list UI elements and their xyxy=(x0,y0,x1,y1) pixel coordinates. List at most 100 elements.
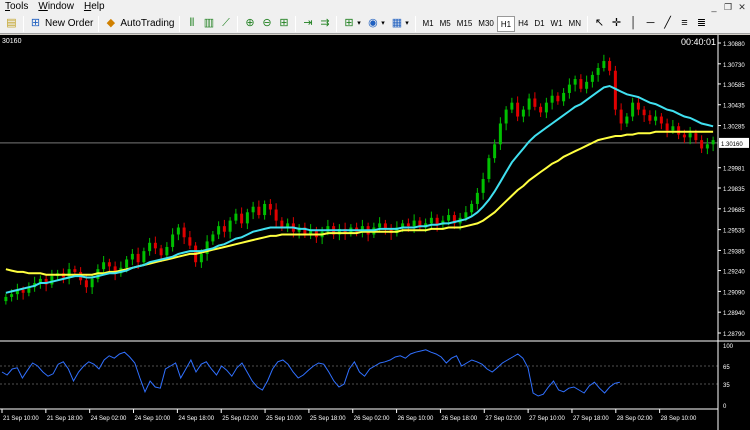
candle-body xyxy=(579,79,583,89)
new-order-button[interactable]: ⊞ New Order xyxy=(27,15,95,33)
slow-moving-average-line xyxy=(5,130,714,276)
candle-body xyxy=(596,67,600,75)
zoom-in-button[interactable]: ⊕ xyxy=(241,15,258,33)
timeframe-w1[interactable]: W1 xyxy=(548,16,566,32)
time-tick-label: 25 Sep 18:00 xyxy=(310,416,346,422)
indicator-tick-label: 0 xyxy=(723,404,727,410)
menu-help[interactable]: Help xyxy=(79,0,110,14)
indicators-button[interactable]: ⊞ ▾ xyxy=(340,15,364,33)
line-chart-button[interactable]: ⟋ xyxy=(217,15,234,33)
timeframe-group: M1 M5 M15 M30 H1 H4 D1 W1 MN xyxy=(419,15,584,32)
timeframe-h4[interactable]: H4 xyxy=(515,16,531,32)
bar-chart-icon: ⫴ xyxy=(189,17,195,29)
chart-window[interactable]: 30160 00:40:01 1.30880 1.30730 1.30585 1.30… xyxy=(0,35,750,430)
symbol-label: 30160 xyxy=(2,38,22,45)
current-price-label: 1.30160 xyxy=(721,142,743,148)
vertical-line-button[interactable]: │ xyxy=(625,15,642,33)
candle-body xyxy=(107,262,111,267)
new-chart-button[interactable]: ▤ xyxy=(3,15,20,33)
candle-body xyxy=(556,95,560,102)
chart-shift-button[interactable]: ⇥ xyxy=(299,15,316,33)
candle-body xyxy=(527,98,531,110)
vertical-line-icon: │ xyxy=(630,17,637,29)
candle-body xyxy=(268,203,272,210)
candle-body xyxy=(245,212,249,224)
candlestick-button[interactable]: ▥ xyxy=(200,15,217,33)
trendline-button[interactable]: ╱ xyxy=(659,15,676,33)
line-chart-icon: ⟋ xyxy=(222,17,230,29)
cursor-button[interactable]: ↖ xyxy=(591,15,608,33)
candle-body xyxy=(625,116,629,124)
candle-body xyxy=(412,220,416,227)
candle-body xyxy=(694,133,698,141)
timeframe-m1[interactable]: M1 xyxy=(419,16,436,32)
chevron-down-icon: ▾ xyxy=(405,20,409,27)
horizontal-line-icon: ─ xyxy=(646,17,655,29)
time-tick-label: 26 Sep 02:00 xyxy=(354,416,390,422)
candle-body xyxy=(378,223,382,228)
price-tick-label: 1.30435 xyxy=(723,104,745,110)
candle-body xyxy=(217,226,221,235)
candle-timer: 00:40:01 xyxy=(681,37,716,47)
candle-body xyxy=(544,102,548,113)
new-order-icon: ⊞ xyxy=(30,17,41,29)
candle-body xyxy=(90,278,94,288)
close-icon[interactable]: ✕ xyxy=(736,1,748,13)
tile-windows-button[interactable]: ⊞ xyxy=(275,15,292,33)
zoom-out-icon: ⊖ xyxy=(262,17,272,29)
periods-button[interactable]: ◉ ▾ xyxy=(364,15,388,33)
price-tick-label: 1.28790 xyxy=(723,332,745,338)
window-controls: _ ❐ ✕ xyxy=(706,1,748,13)
candle-body xyxy=(711,140,715,145)
candle-body xyxy=(648,115,652,121)
fast-moving-average-line xyxy=(5,84,714,294)
candle-body xyxy=(590,74,594,82)
time-tick-label: 24 Sep 18:00 xyxy=(178,416,214,422)
time-tick-label: 26 Sep 18:00 xyxy=(441,416,477,422)
indicator-tick-label: 65 xyxy=(723,365,730,371)
candle-body xyxy=(573,79,577,85)
minimize-icon[interactable]: _ xyxy=(708,1,720,13)
candle-body xyxy=(176,227,180,235)
candle-body xyxy=(619,109,623,124)
bar-chart-button[interactable]: ⫴ xyxy=(183,15,200,33)
templates-button[interactable]: ▦ ▾ xyxy=(388,15,412,33)
autotrading-button[interactable]: ◆ AutoTrading xyxy=(102,15,176,33)
candle-body xyxy=(257,206,261,216)
zoom-out-button[interactable]: ⊖ xyxy=(258,15,275,33)
crosshair-button[interactable]: ✛ xyxy=(608,15,625,33)
menu-window[interactable]: Window xyxy=(33,0,79,14)
candle-body xyxy=(567,84,571,93)
candle-body xyxy=(504,109,508,124)
candle-body xyxy=(562,92,566,102)
auto-scroll-button[interactable]: ⇉ xyxy=(316,15,333,33)
templates-icon: ▦ xyxy=(391,17,403,29)
trendline-icon: ╱ xyxy=(664,17,671,29)
candle-body xyxy=(73,269,77,272)
price-tick-label: 1.29385 xyxy=(723,249,745,255)
auto-scroll-icon: ⇉ xyxy=(320,17,330,29)
timeframe-m5[interactable]: M5 xyxy=(437,16,454,32)
restore-icon[interactable]: ❐ xyxy=(722,1,734,13)
timeframe-d1[interactable]: D1 xyxy=(531,16,547,32)
timeframe-m15[interactable]: M15 xyxy=(454,16,476,32)
candle-body xyxy=(475,192,479,204)
fibonacci-button[interactable]: ≣ xyxy=(693,15,710,33)
candle-body xyxy=(4,296,8,302)
price-tick-label: 1.29981 xyxy=(723,167,745,173)
timeframe-h1[interactable]: H1 xyxy=(496,15,516,32)
candle-body xyxy=(182,227,186,238)
chevron-down-icon: ▾ xyxy=(381,20,385,27)
candle-body xyxy=(10,294,14,297)
timeframe-m30[interactable]: M30 xyxy=(475,16,497,32)
toolbar-separator xyxy=(415,15,417,32)
menu-tools[interactable]: Tools xyxy=(0,0,33,14)
timeframe-mn[interactable]: MN xyxy=(566,16,584,32)
candle-body xyxy=(642,109,646,116)
time-tick-label: 28 Sep 02:00 xyxy=(617,416,653,422)
channel-button[interactable]: ≡ xyxy=(676,15,693,33)
chart-canvas[interactable]: 30160 00:40:01 1.30880 1.30730 1.30585 1.30… xyxy=(0,35,750,430)
candle-body xyxy=(481,178,485,193)
horizontal-line-button[interactable]: ─ xyxy=(642,15,659,33)
candle-body xyxy=(654,116,658,121)
